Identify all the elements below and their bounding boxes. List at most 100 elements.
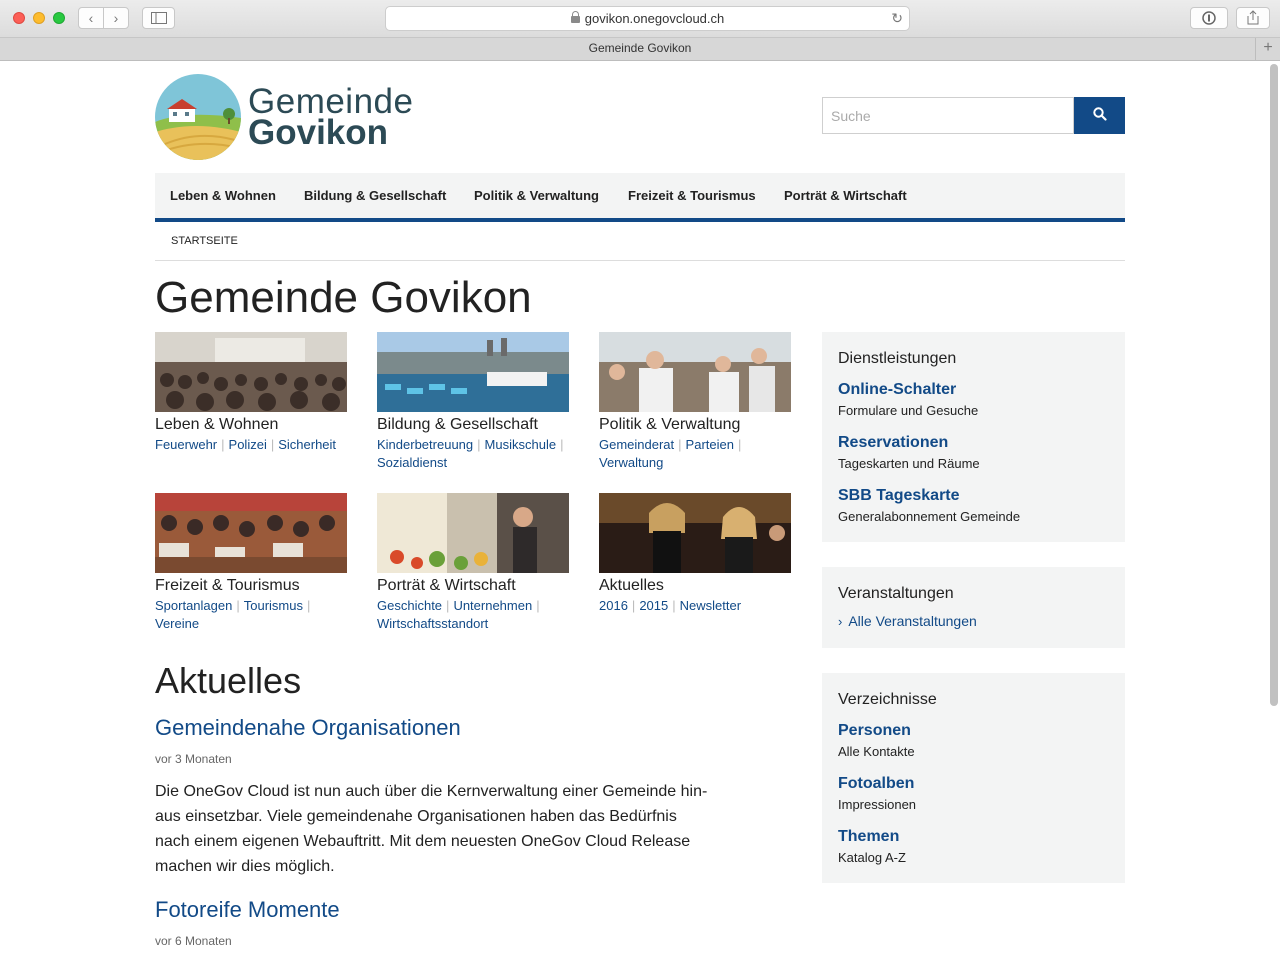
tile-link[interactable]: Newsletter xyxy=(680,598,741,613)
chevron-left-icon: ‹ xyxy=(88,10,94,26)
directory-link-fotoalben[interactable]: Fotoalben xyxy=(838,775,914,793)
brand-name-line2[interactable]: Govikon xyxy=(248,113,388,153)
nav-item-portraet-wirtschaft[interactable]: Porträt & Wirtschaft xyxy=(784,188,907,203)
tile-image-portraet-wirtschaft[interactable] xyxy=(377,493,569,573)
logo-image xyxy=(155,74,241,160)
nav-item-leben-wohnen[interactable]: Leben & Wohnen xyxy=(170,188,276,203)
chevron-right-icon: › xyxy=(838,614,843,629)
tile-links-bildung-gesellschaft: Kinderbetreuung | Musikschule | Sozialdienst xyxy=(377,437,564,470)
reader-button[interactable] xyxy=(1190,7,1228,29)
breadcrumb-divider xyxy=(155,260,1125,261)
address-bar[interactable]: govikon.onegovcloud.ch ↻ xyxy=(385,6,910,31)
tile-links-portraet-wirtschaft: Geschichte | Unternehmen | Wirtschaftsstando… xyxy=(377,598,540,631)
back-button[interactable]: ‹ xyxy=(78,7,104,29)
nav-item-bildung-gesellschaft[interactable]: Bildung & Gesellschaft xyxy=(304,188,446,203)
browser-toolbar: ‹ › govikon.onegovcloud.ch ↻ xyxy=(0,0,1280,38)
tile-image-freizeit-tourismus[interactable] xyxy=(155,493,347,573)
tile-title-bildung-gesellschaft[interactable]: Bildung & Gesellschaft xyxy=(377,416,538,434)
service-link-reservationen[interactable]: Reservationen xyxy=(838,434,948,452)
service-link-sbb-tageskarte[interactable]: SBB Tageskarte xyxy=(838,487,960,505)
directories-heading: Verzeichnisse xyxy=(838,691,937,708)
tab-title[interactable]: Gemeinde Govikon xyxy=(589,41,692,55)
services-panel: Dienstleistungen Online-Schalter Formula… xyxy=(822,332,1125,542)
news-heading: Aktuelles xyxy=(155,660,302,701)
service-description: Generalabonnement Gemeinde xyxy=(838,509,1021,524)
tile-image-aktuelles[interactable] xyxy=(599,493,791,573)
lock-icon xyxy=(570,11,580,23)
search-button[interactable] xyxy=(1074,97,1125,134)
directory-description: Alle Kontakte xyxy=(838,744,915,759)
tile-link[interactable]: Sozialdienst xyxy=(377,455,447,470)
all-events-link[interactable]: › Alle Veranstaltungen xyxy=(838,613,977,629)
tile-link[interactable]: Verwaltung xyxy=(599,455,663,470)
tile-links-aktuelles: 2016 | 2015 | Newsletter xyxy=(599,598,742,613)
news-title[interactable]: Gemeindenahe Organisationen xyxy=(155,715,461,741)
close-window-button[interactable] xyxy=(13,12,25,24)
tab-bar: Gemeinde Govikon + xyxy=(0,38,1280,61)
news-date: vor 3 Monaten xyxy=(155,752,232,766)
tile-link[interactable]: Wirtschaftsstandort xyxy=(377,616,488,631)
share-icon xyxy=(1247,10,1259,25)
directory-description: Katalog A-Z xyxy=(838,850,906,865)
news-title[interactable]: Fotoreife Momente xyxy=(155,897,340,923)
tile-link[interactable]: Vereine xyxy=(155,616,199,631)
tile-link[interactable]: 2016 xyxy=(599,598,628,613)
directory-link-personen[interactable]: Personen xyxy=(838,722,911,740)
search-icon xyxy=(1092,107,1107,121)
minimize-window-button[interactable] xyxy=(33,12,45,24)
search-input[interactable] xyxy=(822,97,1074,134)
tile-link[interactable]: Polizei xyxy=(229,437,267,452)
services-heading: Dienstleistungen xyxy=(838,350,957,367)
sidebar-icon xyxy=(150,12,167,24)
tile-links-politik-verwaltung: Gemeinderat | Parteien | Verwaltung xyxy=(599,437,742,470)
tile-links-freizeit-tourismus: Sportanlagen | Tourismus | Vereine xyxy=(155,598,311,631)
site-logo[interactable] xyxy=(155,74,241,160)
tile-title-leben-wohnen[interactable]: Leben & Wohnen xyxy=(155,416,278,434)
service-link-online-schalter[interactable]: Online-Schalter xyxy=(838,381,956,399)
tile-title-aktuelles[interactable]: Aktuelles xyxy=(599,577,664,595)
sidebar-toggle-button[interactable] xyxy=(142,7,175,29)
scrollbar[interactable] xyxy=(1270,64,1278,706)
tile-image-politik-verwaltung[interactable] xyxy=(599,332,791,412)
share-button[interactable] xyxy=(1236,7,1270,29)
page-title: Gemeinde Govikon xyxy=(155,273,532,322)
nav-item-freizeit-tourismus[interactable]: Freizeit & Tourismus xyxy=(628,188,756,203)
main-nav: Leben & Wohnen Bildung & Gesellschaft Po… xyxy=(155,173,1125,222)
tile-link[interactable]: Sportanlagen xyxy=(155,598,232,613)
events-panel: Veranstaltungen › Alle Veranstaltungen xyxy=(822,567,1125,648)
tile-title-politik-verwaltung[interactable]: Politik & Verwaltung xyxy=(599,416,740,434)
tile-image-bildung-gesellschaft[interactable] xyxy=(377,332,569,412)
service-description: Tageskarten und Räume xyxy=(838,456,980,471)
tile-link[interactable]: Sicherheit xyxy=(278,437,336,452)
tile-image-leben-wohnen[interactable] xyxy=(155,332,347,412)
tile-link[interactable]: Feuerwehr xyxy=(155,437,217,452)
directory-description: Impressionen xyxy=(838,797,917,812)
url-text: govikon.onegovcloud.ch xyxy=(584,11,725,26)
nav-item-politik-verwaltung[interactable]: Politik & Verwaltung xyxy=(474,188,599,203)
directories-panel: Verzeichnisse Personen Alle Kontakte Fot… xyxy=(822,673,1125,883)
tile-link[interactable]: 2015 xyxy=(639,598,668,613)
tile-link[interactable]: Kinderbetreuung xyxy=(377,437,473,452)
new-tab-icon[interactable]: + xyxy=(1255,38,1280,60)
tile-link[interactable]: Gemeinderat xyxy=(599,437,674,452)
forward-button[interactable]: › xyxy=(103,7,129,29)
info-icon xyxy=(1202,11,1216,25)
tile-links-leben-wohnen: Feuerwehr | Polizei | Sicherheit xyxy=(155,437,337,452)
reload-icon[interactable]: ↻ xyxy=(891,7,903,30)
tile-link[interactable]: Geschichte xyxy=(377,598,442,613)
tile-link[interactable]: Musikschule xyxy=(485,437,557,452)
chevron-right-icon: › xyxy=(113,10,119,26)
news-body: Die OneGov Cloud ist nun auch über die K… xyxy=(155,783,708,875)
service-description: Formulare und Gesuche xyxy=(838,403,979,418)
breadcrumb[interactable]: STARTSEITE xyxy=(171,235,238,247)
zoom-window-button[interactable] xyxy=(53,12,65,24)
tile-link[interactable]: Tourismus xyxy=(244,598,303,613)
all-events-label: Alle Veranstaltungen xyxy=(848,613,977,629)
directory-link-themen[interactable]: Themen xyxy=(838,828,899,846)
tile-link[interactable]: Parteien xyxy=(686,437,734,452)
tile-title-freizeit-tourismus[interactable]: Freizeit & Tourismus xyxy=(155,577,300,595)
events-heading: Veranstaltungen xyxy=(838,585,954,602)
tile-title-portraet-wirtschaft[interactable]: Porträt & Wirtschaft xyxy=(377,577,516,595)
news-date: vor 6 Monaten xyxy=(155,934,232,948)
tile-link[interactable]: Unternehmen xyxy=(453,598,532,613)
